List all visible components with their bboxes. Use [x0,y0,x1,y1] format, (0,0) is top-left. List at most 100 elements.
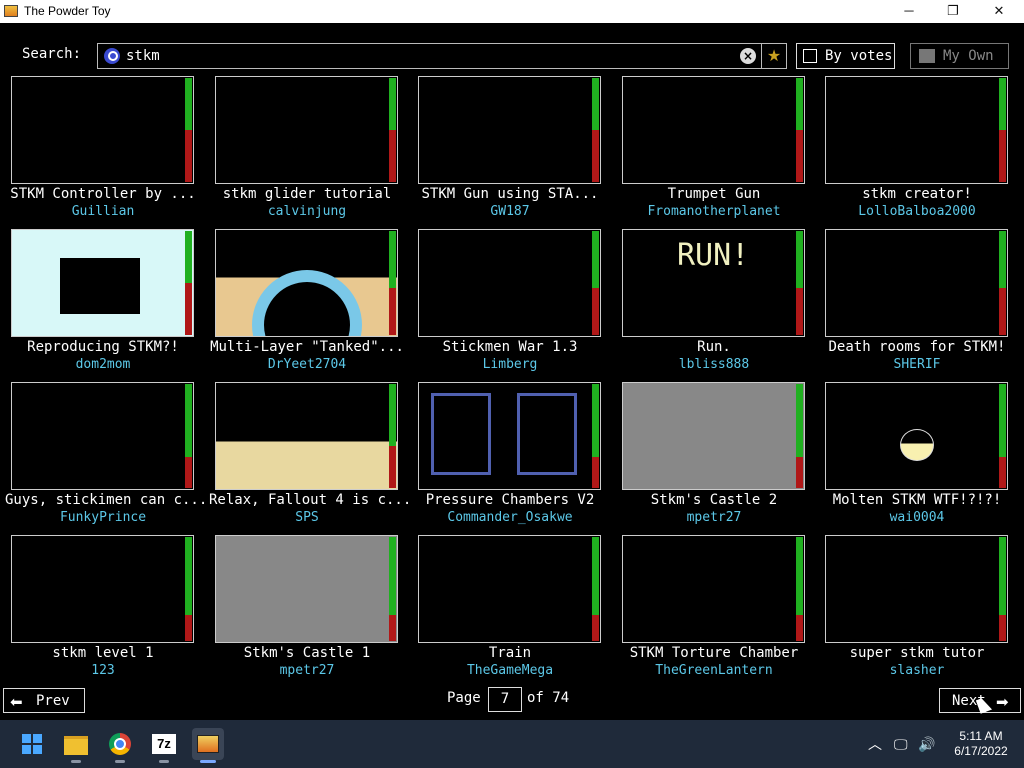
save-thumbnail[interactable] [825,229,1008,337]
save-author[interactable]: dom2mom [5,357,201,372]
save-title[interactable]: Stickmen War 1.3 [412,339,608,355]
save-title[interactable]: STKM Gun using STA... [412,186,608,202]
save-card[interactable]: stkm level 1 123 [11,535,195,680]
save-author[interactable]: Guillian [5,204,201,219]
save-card[interactable]: Death rooms for STKM! SHERIF [825,229,1009,374]
save-card[interactable]: Molten STKM WTF!?!?! wai0004 [825,382,1009,527]
volume-icon[interactable]: 🔊 [918,720,935,768]
save-card[interactable]: RUN! Run. lbliss888 [622,229,806,374]
save-card[interactable]: Stickmen War 1.3 Limberg [418,229,602,374]
save-card[interactable]: stkm creator! LolloBalboa2000 [825,76,1009,221]
save-thumbnail[interactable] [215,229,398,337]
maximize-button[interactable]: ❐ [930,0,976,23]
save-author[interactable]: Limberg [412,357,608,372]
save-title[interactable]: stkm level 1 [5,645,201,661]
save-title[interactable]: Reproducing STKM?! [5,339,201,355]
close-button[interactable]: ✕ [976,0,1022,23]
save-title[interactable]: Stkm's Castle 2 [616,492,812,508]
favorites-star-icon[interactable]: ★ [761,44,786,68]
save-card[interactable]: Relax, Fallout 4 is c... SPS [209,382,411,527]
save-title[interactable]: Relax, Fallout 4 is c... [209,492,411,508]
save-title[interactable]: STKM Torture Chamber [616,645,812,661]
save-thumbnail[interactable] [215,76,398,184]
clock[interactable]: 5:11 AM 6/17/2022 [946,729,1016,759]
save-title[interactable]: Train [412,645,608,661]
save-card[interactable]: Stkm's Castle 2 mpetr27 [622,382,806,527]
save-card[interactable]: Guys, stickimen can c... FunkyPrince [5,382,207,527]
save-thumbnail[interactable] [11,382,194,490]
save-author[interactable]: calvinjung [209,204,405,219]
save-thumbnail[interactable] [418,229,601,337]
save-author[interactable]: TheGreenLantern [616,663,812,678]
search-input[interactable]: stkm × ★ [97,43,787,69]
save-card[interactable]: STKM Torture Chamber TheGreenLantern [622,535,806,680]
save-card[interactable]: Reproducing STKM?! dom2mom [11,229,195,374]
save-title[interactable]: Multi-Layer "Tanked"... [209,339,405,355]
save-author[interactable]: SHERIF [819,357,1015,372]
save-author[interactable]: 123 [5,663,201,678]
save-author[interactable]: mpetr27 [616,510,812,525]
save-title[interactable]: Molten STKM WTF!?!?! [819,492,1015,508]
network-icon[interactable]: 🖵 [894,720,908,768]
save-author[interactable]: LolloBalboa2000 [819,204,1015,219]
save-title[interactable]: Trumpet Gun [616,186,812,202]
prev-page-button[interactable]: ⬅ Prev [3,688,85,713]
show-hidden-icons-chevron-up-icon[interactable]: ︿ [868,720,882,768]
page-number-input[interactable]: 7 [488,687,522,712]
7zip-button[interactable]: 7z [148,728,180,763]
save-thumbnail[interactable] [11,76,194,184]
save-title[interactable]: super stkm tutor [819,645,1015,661]
save-card[interactable]: STKM Controller by ... Guillian [10,76,196,221]
save-thumbnail[interactable] [418,382,601,490]
clear-search-icon[interactable]: × [740,48,756,64]
save-title[interactable]: STKM Controller by ... [5,186,201,202]
my-own-button[interactable]: My Own [910,43,1009,69]
save-title[interactable]: Guys, stickimen can c... [5,492,207,508]
sort-by-votes-button[interactable]: By votes [796,43,895,69]
save-author[interactable]: DrYeet2704 [209,357,405,372]
save-card[interactable]: STKM Gun using STA... GW187 [418,76,602,221]
save-card[interactable]: Multi-Layer "Tanked"... DrYeet2704 [210,229,404,374]
save-thumbnail[interactable] [825,76,1008,184]
save-author[interactable]: FunkyPrince [5,510,201,525]
save-author[interactable]: Fromanotherplanet [616,204,812,219]
save-thumbnail[interactable] [215,535,398,643]
save-card[interactable]: super stkm tutor slasher [825,535,1009,680]
save-author[interactable]: slasher [819,663,1015,678]
save-thumbnail[interactable] [622,535,805,643]
save-title[interactable]: stkm glider tutorial [209,186,405,202]
save-author[interactable]: Commander_Osakwe [412,510,608,525]
search-query[interactable]: stkm [126,48,160,64]
save-thumbnail[interactable] [622,76,805,184]
save-title[interactable]: stkm creator! [819,186,1015,202]
save-thumbnail[interactable] [11,535,194,643]
minimize-button[interactable]: ─ [886,0,932,23]
save-title[interactable]: Pressure Chambers V2 [412,492,608,508]
save-thumbnail[interactable] [622,382,805,490]
save-author[interactable]: TheGameMega [412,663,608,678]
save-card[interactable]: Train TheGameMega [418,535,602,680]
save-author[interactable]: mpetr27 [209,663,405,678]
save-thumbnail[interactable] [215,382,398,490]
save-thumbnail[interactable] [418,535,601,643]
save-title[interactable]: Death rooms for STKM! [819,339,1015,355]
save-author[interactable]: GW187 [412,204,608,219]
file-explorer-button[interactable] [60,728,92,763]
save-thumbnail[interactable] [825,535,1008,643]
save-thumbnail[interactable] [11,229,194,337]
chrome-button[interactable] [104,728,136,763]
save-author[interactable]: SPS [209,510,405,525]
save-title[interactable]: Stkm's Castle 1 [209,645,405,661]
save-card[interactable]: Pressure Chambers V2 Commander_Osakwe [418,382,602,527]
save-thumbnail[interactable] [825,382,1008,490]
save-author[interactable]: lbliss888 [616,357,812,372]
save-title[interactable]: Run. [616,339,812,355]
save-card[interactable]: stkm glider tutorial calvinjung [215,76,399,221]
start-button[interactable] [16,728,48,760]
save-thumbnail[interactable] [418,76,601,184]
save-author[interactable]: wai0004 [819,510,1015,525]
save-card[interactable]: Trumpet Gun Fromanotherplanet [622,76,806,221]
powder-toy-taskbar-button[interactable] [192,728,224,763]
save-thumbnail[interactable]: RUN! [622,229,805,337]
save-card[interactable]: Stkm's Castle 1 mpetr27 [215,535,399,680]
